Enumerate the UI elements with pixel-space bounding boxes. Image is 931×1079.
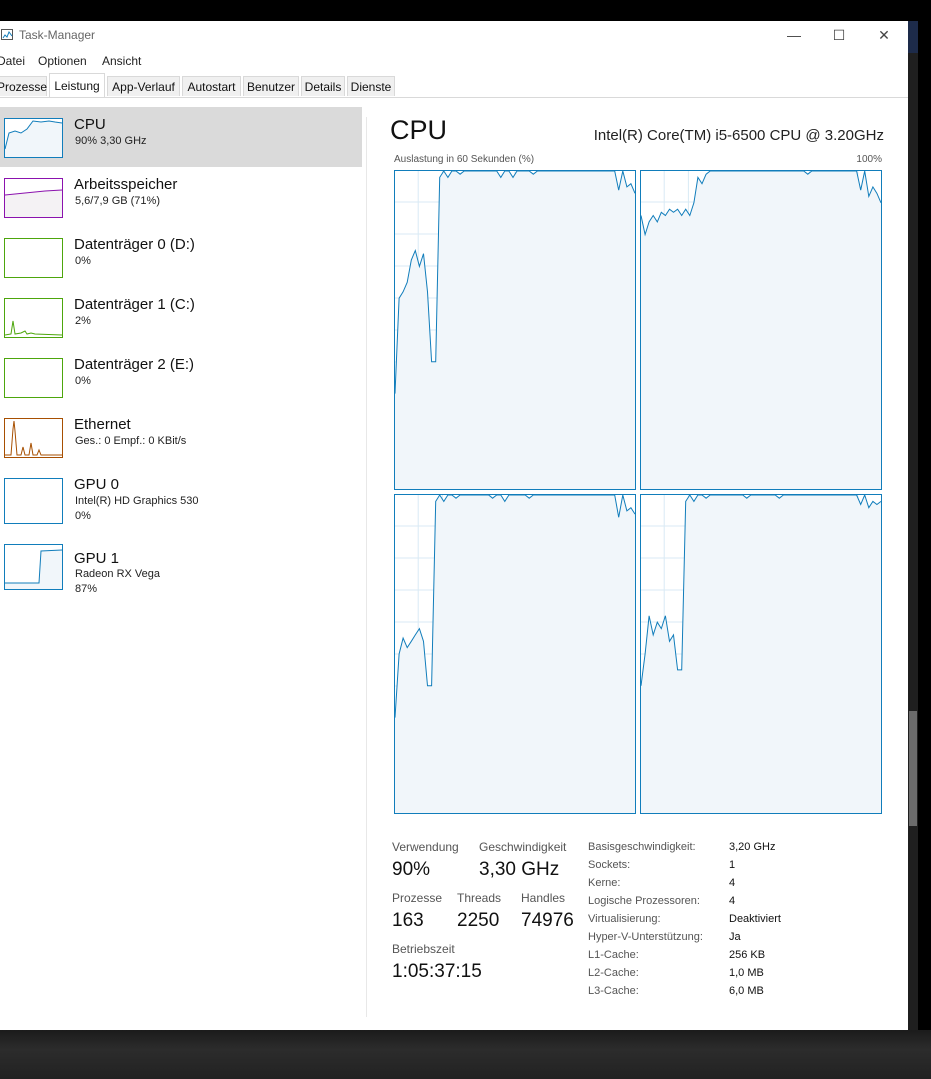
memory-thumbnail [4,178,63,218]
tab-details[interactable]: Details [301,76,345,96]
geschwindigkeit-value: 3,30 GHz [479,859,560,880]
verwendung-label: Verwendung [392,840,459,854]
tab-bar: Prozesse Leistung App-Verlauf Autostart … [0,73,908,98]
handles-value: 74976 [521,910,574,931]
scrollbar-thumb[interactable] [909,711,917,826]
info-key: L2-Cache: [588,967,639,979]
info-value: 6,0 MB [729,985,764,997]
info-key: L3-Cache: [588,985,639,997]
info-value: 3,20 GHz [729,841,776,853]
sidebar-item-value: 87% [75,583,98,595]
prozesse-label: Prozesse [392,891,443,905]
info-key: Hyper-V-Unterstützung: [588,931,703,943]
cpu-thumbnail [4,118,63,158]
sidebar-item-title: GPU 0 [74,476,120,493]
cpu-core-graph-3 [394,494,636,814]
sidebar-item-subtitle: 0% [75,375,91,387]
sidebar-item-cpu[interactable]: CPU 90% 3,30 GHz [0,107,362,167]
gpu-thumbnail [4,544,63,590]
taskbar [0,1030,931,1079]
sidebar-item-datentraeger-1[interactable]: Datenträger 1 (C:) 2% [0,287,362,347]
sidebar-item-ethernet[interactable]: Ethernet Ges.: 0 Empf.: 0 KBit/s [0,407,362,467]
menu-datei[interactable]: Datei [0,54,25,68]
disk-thumbnail [4,358,63,398]
info-value: 1,0 MB [729,967,764,979]
cpu-core-graph-2 [640,170,882,490]
tab-dienste[interactable]: Dienste [347,76,395,96]
sidebar-item-arbeitsspeicher[interactable]: Arbeitsspeicher 5,6/7,9 GB (71%) [0,167,362,227]
minimize-button[interactable]: — [782,25,806,45]
info-value: 4 [729,877,736,889]
sidebar-item-datentraeger-2[interactable]: Datenträger 2 (E:) 0% [0,347,362,407]
verwendung-value: 90% [392,859,431,880]
info-key: Virtualisierung: [588,913,661,925]
sidebar-item-subtitle: 0% [75,255,91,267]
betriebszeit-label: Betriebszeit [392,942,455,956]
info-value: 4 [729,895,736,907]
prozesse-value: 163 [392,910,424,931]
sidebar-item-subtitle: 90% 3,30 GHz [75,135,147,147]
sidebar-item-gpu-0[interactable]: GPU 0 Intel(R) HD Graphics 530 0% [0,467,362,533]
info-value: Ja [729,931,741,943]
cpu-core-graph-4 [640,494,882,814]
info-key: Kerne: [588,877,621,889]
menu-optionen[interactable]: Optionen [38,54,87,68]
cpu-model: Intel(R) Core(TM) i5-6500 CPU @ 3.20GHz [593,127,884,144]
graph-max-label: 100% [856,154,882,165]
cpu-core-graph-1 [394,170,636,490]
sidebar-item-subtitle: Ges.: 0 Empf.: 0 KBit/s [75,435,187,447]
threads-value: 2250 [457,910,500,931]
sidebar-item-gpu-1[interactable]: GPU 1 Radeon RX Vega 87% [0,533,362,599]
disk-thumbnail [4,238,63,278]
background-window-titlebar [908,21,918,53]
sidebar-item-subtitle: Radeon RX Vega [75,568,161,580]
title-bar[interactable]: Task-Manager — ☐ ✕ [0,21,908,50]
tab-app-verlauf[interactable]: App-Verlauf [107,76,180,96]
disk-thumbnail [4,298,63,338]
gpu-thumbnail [4,478,63,524]
sidebar-item-subtitle: 2% [75,315,91,327]
info-value: 256 KB [729,949,766,961]
maximize-button[interactable]: ☐ [827,25,851,45]
tab-prozesse[interactable]: Prozesse [0,76,47,96]
geschwindigkeit-label: Geschwindigkeit [479,840,567,854]
sidebar-item-title: Datenträger 0 (D:) [74,236,195,253]
sidebar-item-title: GPU 1 [74,550,120,567]
sidebar-item-title: Datenträger 1 (C:) [74,296,195,313]
tab-leistung[interactable]: Leistung [49,73,105,97]
graph-caption: Auslastung in 60 Sekunden (%) [394,154,535,165]
sidebar-item-title: Datenträger 2 (E:) [74,356,195,373]
menu-ansicht[interactable]: Ansicht [102,54,141,68]
info-key: Basisgeschwindigkeit: [588,841,696,853]
task-manager-icon [1,29,13,40]
ethernet-thumbnail [4,418,63,458]
sidebar-item-title: CPU [74,116,106,133]
sidebar-item-subtitle: Intel(R) HD Graphics 530 [75,495,199,507]
tab-autostart[interactable]: Autostart [182,76,241,96]
page-title: CPU [390,115,448,145]
series-area [641,171,881,489]
handles-label: Handles [521,891,566,905]
sidebar-item-subtitle: 5,6/7,9 GB (71%) [75,195,160,207]
close-button[interactable]: ✕ [872,25,896,45]
tab-benutzer[interactable]: Benutzer [243,76,299,96]
info-key: Sockets: [588,859,631,871]
task-manager-window: Task-Manager — ☐ ✕ Datei Optionen Ansich… [0,21,908,1030]
info-key: Logische Prozessoren: [588,895,700,907]
panel-divider [366,117,367,1017]
window-title: Task-Manager [19,28,96,42]
info-value: Deaktiviert [729,913,781,925]
betriebszeit-value: 1:05:37:15 [392,961,482,982]
sidebar-item-title: Ethernet [74,416,131,433]
info-value: 1 [729,859,736,871]
sidebar-item-datentraeger-0[interactable]: Datenträger 0 (D:) 0% [0,227,362,287]
sidebar-item-value: 0% [75,510,91,522]
info-key: L1-Cache: [588,949,639,961]
threads-label: Threads [457,891,502,905]
background-window-edge [908,21,918,1030]
sidebar-item-title: Arbeitsspeicher [74,176,178,193]
